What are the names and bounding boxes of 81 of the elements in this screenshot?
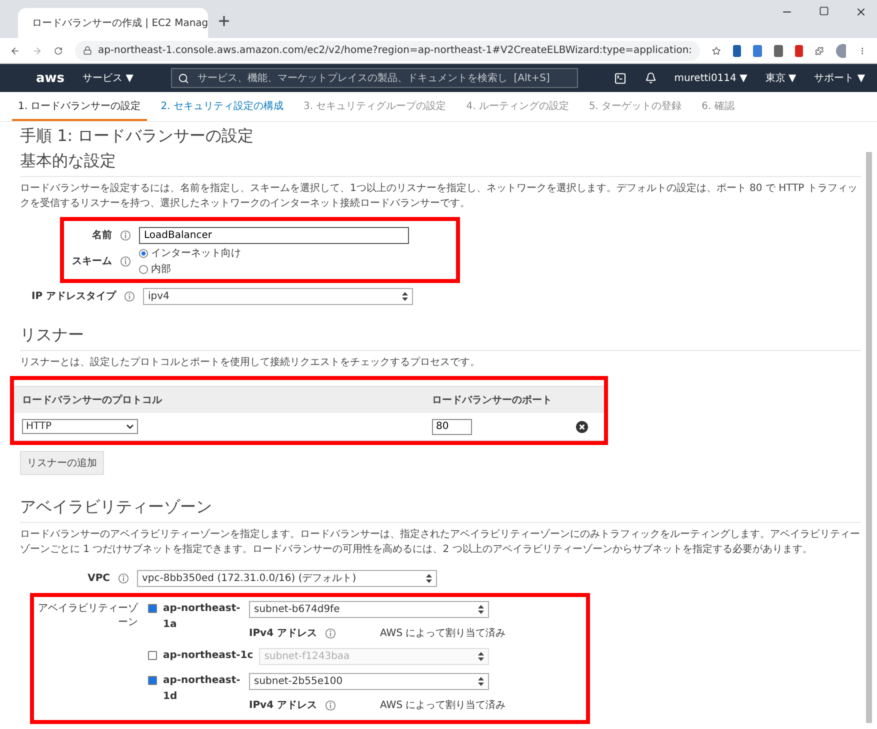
wizard-step[interactable]: 1. ロードバランサーの設定 <box>12 92 147 121</box>
info-icon[interactable] <box>325 700 336 710</box>
sort-arrows-icon <box>426 574 432 582</box>
search-field[interactable]: サービス、機能、マーケットプレイスの製品、ドキュメントを検索し [Alt+S] <box>171 68 578 88</box>
info-icon[interactable] <box>124 290 135 302</box>
avatar-icon[interactable] <box>836 44 846 58</box>
field-label: スキーム <box>71 255 112 268</box>
section-description: リスナーとは、設定したプロトコルとポートを使用して接続リクエストをチェックするプロセスです。 <box>20 356 481 370</box>
tab-title: ロードバランサーの作成 | EC2 Manag <box>32 16 208 30</box>
page-title: 手順 1: ロードバランサーの設定 <box>20 126 255 147</box>
extension-icon[interactable] <box>774 44 783 56</box>
url-text: ap-northeast-1.console.aws.amazon.com/ec2/v2/home?region=ap-northeast-1#V2CreateELBWizard:type=application: <box>98 45 692 56</box>
sort-arrows-icon <box>402 292 408 300</box>
info-icon[interactable] <box>120 256 131 266</box>
ipv4-value: AWS によって割り当て済み <box>380 626 506 640</box>
scrollbar-thumb[interactable] <box>866 152 872 723</box>
wizard-step[interactable]: 3. セキュリティグループの設定 <box>297 92 452 121</box>
browser-tab[interactable]: ロードバランサーの作成 | EC2 Manag <box>18 8 208 38</box>
info-icon[interactable] <box>118 572 129 584</box>
support-menu[interactable]: サポート ▼ <box>814 71 866 85</box>
sort-arrows-icon <box>478 677 484 686</box>
ip-type-select[interactable]: ipv4 <box>143 288 413 304</box>
lock-icon <box>82 46 92 55</box>
field-label: VPC <box>86 572 110 584</box>
info-icon[interactable] <box>120 230 131 240</box>
address-bar[interactable]: ap-northeast-1.console.aws.amazon.com/ec2/v2/home?region=ap-northeast-1#V2CreateELBWizard:type=application: <box>74 40 700 60</box>
section-heading: リスナー <box>20 325 861 351</box>
field-label: IPv4 アドレス <box>249 627 318 640</box>
port-field[interactable]: 80 <box>432 418 472 434</box>
column-header: ロードバランサーのポート <box>432 394 553 407</box>
field-label: 名前 <box>91 228 112 242</box>
extension-icon[interactable] <box>732 44 742 56</box>
wizard-step[interactable]: 4. ルーティングの設定 <box>460 92 575 121</box>
ipv4-value: AWS によって割り当て済み <box>380 698 506 712</box>
sort-arrows-icon <box>478 605 484 614</box>
field-label: IP アドレスタイプ <box>30 289 116 303</box>
bell-icon[interactable] <box>644 72 656 84</box>
user-menu[interactable]: muretti0114 ▼ <box>674 72 748 84</box>
reload-icon[interactable] <box>54 44 63 56</box>
name-field[interactable]: LoadBalancer <box>139 226 409 244</box>
radio-option[interactable]: インターネット向け <box>139 246 241 260</box>
star-icon[interactable] <box>712 44 721 56</box>
radio-option[interactable]: 内部 <box>139 262 241 276</box>
wizard-step[interactable]: 2. セキュリティ設定の構成 <box>154 92 290 121</box>
field-label: アベイラビリティーゾーン <box>38 602 138 630</box>
puzzle-icon[interactable] <box>815 44 824 56</box>
checkbox[interactable] <box>148 651 157 660</box>
section-heading: 基本的な設定 <box>20 151 861 177</box>
section-description: ロードバランサーのアベイラビリティーゾーンを指定します。ロードバランサーは、指定されたアベイラビリティーゾーンにのみトラフィックをルーティングします。アベイラビリティーゾーンごとに 1 つだけサブネットを指定できます。ロードバランサーの可用性を高めるには、2 つ以上のアベイラビリティーゾーンからサブネットを指定する必要があります。 <box>20 528 861 557</box>
extension-icon[interactable] <box>794 44 804 56</box>
services-menu[interactable]: サービス ▼ <box>82 71 134 85</box>
checkbox[interactable] <box>148 676 157 685</box>
terminal-icon[interactable] <box>614 72 627 84</box>
maximize-icon[interactable] <box>819 6 829 16</box>
add-listener-button[interactable]: リスナーの追加 <box>20 451 104 475</box>
zone-name: ap-northeast-1c <box>163 649 254 663</box>
region-menu[interactable]: 東京 ▼ <box>765 71 796 85</box>
checkbox[interactable] <box>148 604 157 613</box>
radio-button[interactable] <box>139 264 148 274</box>
remove-icon[interactable] <box>576 420 588 432</box>
column-header: ロードバランサーのプロトコル <box>22 393 164 407</box>
close-icon[interactable] <box>855 6 867 18</box>
radio-button[interactable] <box>139 248 148 258</box>
search-icon <box>178 72 190 84</box>
chevron-down-icon <box>126 424 134 430</box>
aws-logo[interactable]: aws <box>36 70 65 86</box>
wizard-step[interactable]: 6. 確認 <box>696 92 740 121</box>
vpc-select[interactable]: vpc-8bb350ed (172.31.0.0/16) (デフォルト) <box>137 570 437 586</box>
new-tab-icon[interactable] <box>218 15 230 27</box>
protocol-select[interactable]: HTTP <box>22 419 138 434</box>
zone-name: ap-northeast-1a <box>163 602 242 632</box>
subnet-select[interactable]: subnet-2b55e100 <box>249 673 489 690</box>
section-heading: アベイラビリティーゾーン <box>20 497 861 523</box>
subnet-select[interactable]: subnet-b674d9fe <box>249 601 489 618</box>
field-label: IPv4 アドレス <box>249 699 318 712</box>
zone-name: ap-northeast-1d <box>163 674 242 704</box>
sort-arrows-icon <box>478 652 484 661</box>
wizard-step[interactable]: 5. ターゲットの登録 <box>582 92 688 121</box>
extension-icon[interactable] <box>753 44 762 56</box>
section-description: ロードバランサーを設定するには、名前を指定し、スキームを選択して、1つ以上のリスナーを指定し、ネットワークを選択します。デフォルトの設定は、ポート 80 で HTTP トラフィックを受信するリスナーを持つ、選択したネットワークのインターネット接続ロードバランサーです。 <box>20 182 858 211</box>
info-icon[interactable] <box>325 628 336 638</box>
